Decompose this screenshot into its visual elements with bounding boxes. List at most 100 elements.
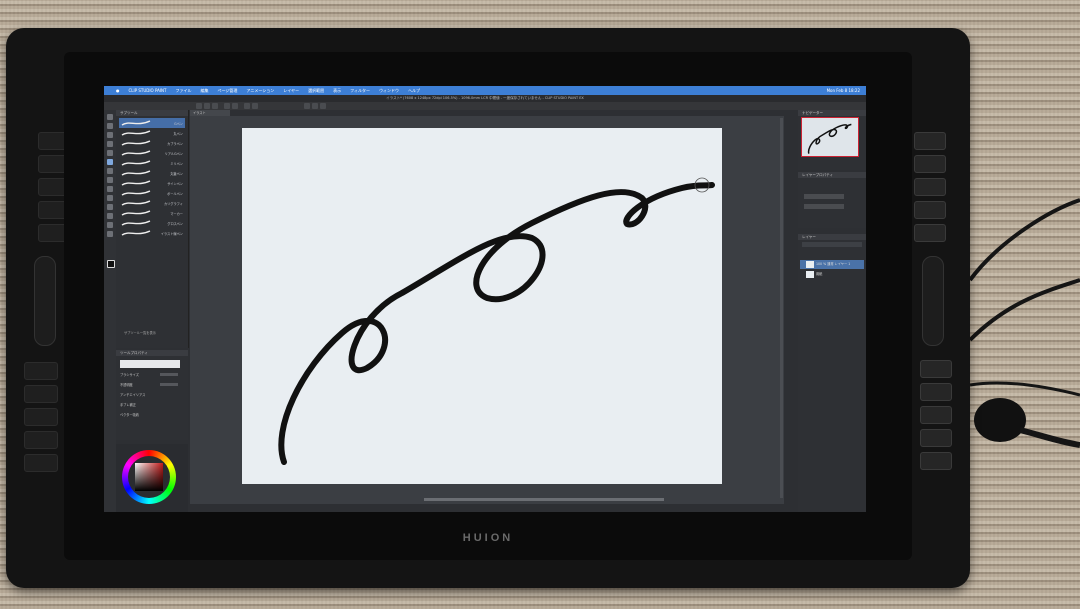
open-icon[interactable] [204, 103, 210, 109]
operation-tool-icon[interactable] [107, 132, 113, 138]
menu-item-window[interactable]: ウィンドウ [379, 88, 399, 94]
prop-brush-size[interactable]: ブラシサイズ [120, 372, 139, 378]
layer-row-1[interactable]: 100 % 通常 レイヤー 1 [800, 260, 864, 269]
expression-color-select[interactable] [804, 204, 844, 209]
brush-item[interactable]: Gペン [119, 118, 185, 128]
brush-item[interactable]: カブラペン [119, 138, 185, 148]
express-key[interactable] [24, 454, 58, 472]
brush-item[interactable]: カリグラフィ [119, 198, 185, 208]
menu-item-app[interactable]: CLIP STUDIO PAINT [129, 88, 167, 93]
menu-item-page[interactable]: ページ管理 [217, 88, 237, 94]
menu-item-file[interactable]: ファイル [175, 88, 191, 94]
horizontal-scrollbar[interactable] [424, 498, 664, 501]
layer-row-paper[interactable]: 用紙 [800, 270, 864, 279]
express-key[interactable] [920, 360, 952, 378]
snap-icon[interactable] [304, 103, 310, 109]
express-key[interactable] [24, 431, 58, 449]
menu-item-help[interactable]: ヘルプ [408, 88, 420, 94]
drawing-paper[interactable] [242, 128, 722, 484]
left-express-keys-lower [24, 362, 58, 472]
brush-item[interactable]: イラスト線ペン [119, 228, 185, 238]
selection-tool-icon[interactable] [107, 141, 113, 147]
layer-thumbnail [806, 271, 814, 278]
brush-stroke-icon [121, 170, 151, 176]
airbrush-tool-icon[interactable] [107, 186, 113, 192]
menu-item-layer[interactable]: レイヤー [283, 88, 299, 94]
redo-icon[interactable] [232, 103, 238, 109]
express-key[interactable] [920, 383, 952, 401]
fill-tool-icon[interactable] [107, 204, 113, 210]
prop-opacity[interactable]: 不透明度 [120, 382, 133, 388]
tool-property-title: ツールプロパティ [116, 350, 188, 356]
color-swatch-icon[interactable] [107, 260, 115, 268]
menu-item-view[interactable]: 表示 [333, 88, 341, 94]
express-key[interactable] [914, 155, 946, 173]
zoom-tool-icon[interactable] [107, 114, 113, 120]
opacity-slider[interactable] [160, 383, 178, 386]
menu-item-animation[interactable]: アニメーション [246, 88, 274, 94]
snap-grid-icon[interactable] [320, 103, 326, 109]
tool-palette [104, 110, 116, 512]
brush-stroke-preview [120, 360, 180, 368]
brush-stroke-icon [121, 150, 151, 156]
menu-item-edit[interactable]: 編集 [200, 88, 208, 94]
new-icon[interactable] [196, 103, 202, 109]
express-key[interactable] [920, 452, 952, 470]
brush-stroke-icon [121, 160, 151, 166]
window-title: イラスト* (7608 x 1248px 72dpi 106.5%) - 109… [104, 95, 866, 102]
menu-clock: Mon Feb 8 18:22 [826, 88, 860, 93]
brush-item[interactable]: 丸ペン [119, 128, 185, 138]
brush-item[interactable]: グロスペン [119, 218, 185, 228]
layer-thumbnail [806, 261, 814, 268]
blend-mode-select[interactable] [804, 194, 844, 199]
save-icon[interactable] [212, 103, 218, 109]
saturation-value-square[interactable] [135, 463, 163, 491]
express-key[interactable] [914, 178, 946, 196]
brush-size-slider[interactable] [160, 373, 178, 376]
prop-antialias[interactable]: アンチエイリアス [120, 392, 145, 398]
brush-item[interactable]: サインペン [119, 178, 185, 188]
brush-item[interactable]: 丸筆ペン [119, 168, 185, 178]
clear-icon[interactable] [244, 103, 250, 109]
snap-ruler-icon[interactable] [312, 103, 318, 109]
express-key[interactable] [914, 132, 946, 150]
undo-icon[interactable] [224, 103, 230, 109]
menu-item-filter[interactable]: フィルター [350, 88, 370, 94]
right-touch-bar[interactable] [922, 256, 944, 346]
pen-tool-icon[interactable] [107, 159, 113, 165]
navigator-thumbnail[interactable] [801, 117, 859, 157]
express-key[interactable] [24, 385, 58, 403]
layer-property-panel: レイヤープロパティ [798, 172, 866, 228]
eraser-tool-icon[interactable] [107, 195, 113, 201]
left-touch-bar[interactable] [34, 256, 56, 346]
brush-item[interactable]: マーカー [119, 208, 185, 218]
express-key[interactable] [920, 406, 952, 424]
move-tool-icon[interactable] [107, 123, 113, 129]
text-tool-icon[interactable] [107, 231, 113, 237]
brush-item[interactable]: ミリペン [119, 158, 185, 168]
layer-property-title: レイヤープロパティ [798, 172, 866, 178]
apple-icon[interactable]: ● [116, 88, 120, 93]
brush-label: ボールペン [167, 192, 183, 196]
express-key[interactable] [24, 362, 58, 380]
pencil-tool-icon[interactable] [107, 168, 113, 174]
menu-item-selection[interactable]: 選択範囲 [308, 88, 324, 94]
express-key[interactable] [24, 408, 58, 426]
brush-tool-icon[interactable] [107, 177, 113, 183]
figure-tool-icon[interactable] [107, 222, 113, 228]
gradient-tool-icon[interactable] [107, 213, 113, 219]
prop-vector-snap[interactable]: ベクター吸着 [120, 412, 139, 418]
brush-item[interactable]: ボールペン [119, 188, 185, 198]
transform-icon[interactable] [252, 103, 258, 109]
brush-item[interactable]: リアルGペン [119, 148, 185, 158]
brush-label: カブラペン [167, 142, 183, 146]
express-key[interactable] [920, 429, 952, 447]
vertical-scrollbar[interactable] [780, 118, 783, 498]
brush-label: サインペン [167, 182, 183, 186]
prop-stabilization[interactable]: 手ブレ補正 [120, 402, 136, 408]
subtool-panel: サブツール Gペン 丸ペン カブラペン リアルGペン ミリペン 丸筆ペン サインペン ボールペ… [116, 110, 189, 348]
express-key[interactable] [914, 201, 946, 219]
express-key[interactable] [914, 224, 946, 242]
hue-ring[interactable] [122, 450, 176, 504]
eyedropper-tool-icon[interactable] [107, 150, 113, 156]
